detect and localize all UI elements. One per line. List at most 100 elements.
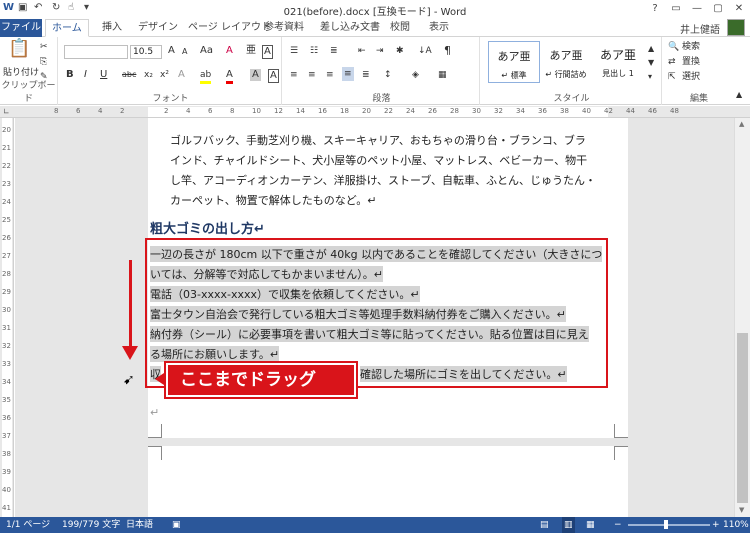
distribute-icon[interactable]: ≣	[362, 69, 370, 81]
align-right-icon[interactable]: ≡	[326, 69, 334, 81]
close-button[interactable]: ✕	[729, 1, 749, 17]
strikethrough-button[interactable]: abc	[122, 69, 136, 81]
style-normal[interactable]: あア亜 ↵ 標準	[488, 41, 540, 83]
multilevel-list-icon[interactable]: ≣	[330, 45, 338, 57]
vertical-scrollbar[interactable]: ▲ ▼	[734, 118, 750, 518]
ruler-number: 40	[582, 107, 591, 115]
font-size-select[interactable]: 10.5	[130, 45, 162, 59]
tab-references[interactable]: 参考資料	[258, 19, 310, 37]
style-normal-preview: あア亜	[497, 50, 531, 63]
style-heading1[interactable]: あア亜 見出し 1	[592, 41, 644, 83]
styles-more-icon[interactable]: ▾	[648, 71, 652, 83]
ruler-number: 24	[406, 107, 415, 115]
enclose-char-icon[interactable]: A	[262, 45, 273, 59]
highlight-button[interactable]: ab	[200, 69, 212, 84]
superscript-button[interactable]: x²	[160, 69, 169, 81]
cut-icon[interactable]: ✂	[40, 41, 48, 53]
sort-icon[interactable]: ↓A	[418, 45, 432, 57]
status-bar: 1/1 ページ 199/779 文字 日本語 ▣ ▤ ▥ ▦ − + 110%	[0, 517, 750, 533]
word-count[interactable]: 199/779 文字	[62, 517, 120, 533]
asian-layout-icon[interactable]: ✱	[396, 45, 404, 57]
language[interactable]: 日本語	[126, 517, 153, 533]
window-title: 021(before).docx [互換モード] - Word	[283, 7, 467, 18]
char-shading-button[interactable]: A	[250, 69, 261, 81]
collapse-ribbon-icon[interactable]: ▲	[736, 89, 742, 101]
ribbon-display-button[interactable]: ▭	[666, 1, 686, 17]
tab-design[interactable]: デザイン	[132, 19, 184, 37]
decrease-indent-icon[interactable]: ⇤	[358, 45, 366, 57]
shrink-font-icon[interactable]: A	[182, 46, 187, 58]
tab-mailings[interactable]: 差し込み文書	[314, 19, 386, 37]
numbering-icon[interactable]: ☷	[310, 45, 318, 57]
replace-icon[interactable]: ⇄	[668, 56, 676, 68]
vruler-number: 41	[2, 504, 11, 512]
page-count[interactable]: 1/1 ページ	[6, 517, 50, 533]
style-no-spacing[interactable]: あア亜 ↵ 行間詰め	[540, 41, 592, 83]
phonetic-guide-icon[interactable]: 亜	[246, 45, 256, 57]
zoom-slider[interactable]	[628, 524, 710, 526]
select-button[interactable]: 選択	[682, 71, 700, 83]
horizontal-ruler[interactable]: ∟ 8 6 4 2 2 4 6 8 10 12 14 16 18 20 22 24 26 28 30 32 34 36 38…	[0, 106, 750, 118]
avatar[interactable]	[727, 19, 745, 36]
align-center-icon[interactable]: ≡	[308, 69, 316, 81]
tab-review[interactable]: 校閲	[384, 19, 416, 37]
char-border-button[interactable]: A	[268, 69, 279, 83]
underline-button[interactable]: U	[100, 69, 107, 81]
styles-scroll-up-icon[interactable]: ▲	[648, 43, 654, 55]
ruler-number: 6	[208, 107, 213, 115]
grow-font-icon[interactable]: A	[168, 45, 175, 57]
user-name[interactable]: 井上健語	[680, 21, 720, 36]
search-icon[interactable]: 🔍	[668, 41, 679, 53]
vruler-number: 33	[2, 360, 11, 368]
tab-insert[interactable]: 挿入	[96, 19, 128, 37]
scroll-up-icon[interactable]: ▲	[739, 120, 744, 128]
vertical-ruler[interactable]: 20 21 22 23 24 25 26 27 28 29 30 31 32 33 34 35 36 37 38 39…	[0, 118, 14, 518]
next-page[interactable]	[148, 446, 628, 518]
copy-icon[interactable]: ⎘	[40, 56, 47, 68]
print-layout-icon[interactable]: ▥	[562, 517, 575, 533]
italic-button[interactable]: I	[84, 69, 87, 81]
scroll-thumb[interactable]	[737, 333, 748, 503]
zoom-slider-thumb[interactable]	[664, 520, 668, 529]
read-mode-icon[interactable]: ▤	[540, 517, 549, 533]
borders-icon[interactable]: ▦	[438, 69, 447, 81]
font-color-button[interactable]: A	[226, 69, 233, 84]
font-name-select[interactable]	[64, 45, 128, 59]
tab-home[interactable]: ホーム	[45, 19, 89, 37]
select-icon[interactable]: ⇱	[668, 71, 676, 83]
tab-view[interactable]: 表示	[423, 19, 455, 37]
replace-button[interactable]: 置換	[682, 56, 700, 68]
macro-record-icon[interactable]: ▣	[172, 517, 181, 533]
justify-icon[interactable]: ≡	[342, 67, 354, 81]
maximize-button[interactable]: ▢	[708, 1, 728, 17]
line-spacing-icon[interactable]: ↕	[384, 69, 392, 81]
paste-icon[interactable]: 📋	[8, 40, 30, 58]
tab-file[interactable]: ファイル	[0, 19, 42, 37]
zoom-in-button[interactable]: +	[712, 517, 720, 533]
tab-selector-icon[interactable]: ∟	[3, 107, 10, 116]
bold-button[interactable]: B	[66, 69, 74, 81]
scroll-down-icon[interactable]: ▼	[739, 506, 744, 514]
align-left-icon[interactable]: ≡	[290, 69, 298, 81]
show-marks-icon[interactable]: ¶	[444, 45, 451, 57]
zoom-level[interactable]: 110%	[723, 517, 749, 533]
subscript-button[interactable]: x₂	[144, 69, 153, 81]
text-effects-button[interactable]: A	[178, 69, 185, 81]
vruler-number: 32	[2, 342, 11, 350]
web-layout-icon[interactable]: ▦	[586, 517, 595, 533]
styles-scroll-down-icon[interactable]: ▼	[648, 57, 654, 69]
bullets-icon[interactable]: ☰	[290, 45, 298, 57]
increase-indent-icon[interactable]: ⇥	[376, 45, 384, 57]
shading-icon[interactable]: ◈	[412, 69, 419, 81]
minimize-button[interactable]: —	[687, 1, 707, 17]
help-button[interactable]: ?	[645, 1, 665, 17]
change-case-icon[interactable]: Aa	[200, 45, 213, 57]
vruler-number: 21	[2, 144, 11, 152]
vruler-number: 36	[2, 414, 11, 422]
ribbon: 📋 貼り付け ✂ ⎘ ✎ クリップボード 10.5 A A Aa A 亜 A B…	[0, 37, 750, 105]
zoom-out-button[interactable]: −	[614, 517, 622, 533]
clear-format-icon[interactable]: A	[226, 45, 233, 57]
search-button[interactable]: 検索	[682, 41, 700, 53]
title-bar: W ▣ ↶ ↻ ☝ ▾ 021(before).docx [互換モード] - W…	[0, 0, 750, 18]
vruler-number: 29	[2, 288, 11, 296]
